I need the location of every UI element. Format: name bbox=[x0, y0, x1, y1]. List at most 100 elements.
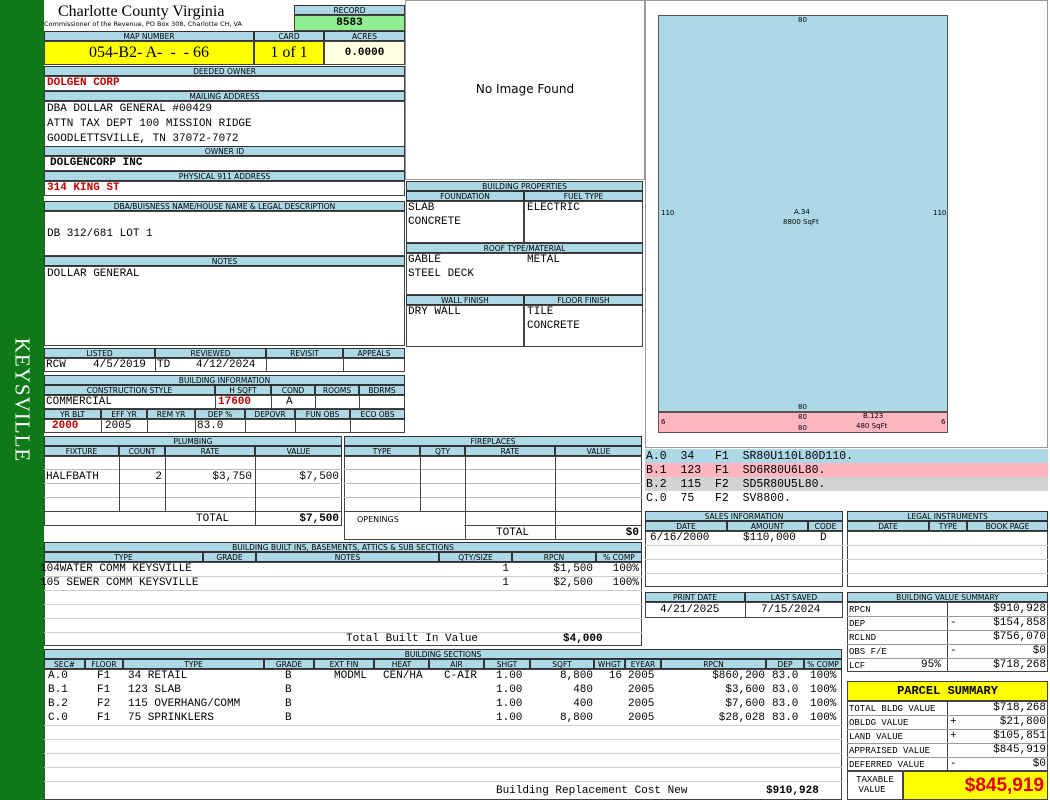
fireplaces-col-qty: QTY bbox=[420, 446, 465, 456]
row-sqft: 8,800 bbox=[559, 712, 593, 724]
row-sec: C.0 bbox=[48, 712, 68, 724]
builtin-row-2-qty: 1 bbox=[502, 577, 509, 589]
plumbing-col-fixture: FIXTURE bbox=[44, 446, 119, 456]
sales-header: SALES INFORMATION bbox=[645, 511, 843, 521]
parcel-bldg-label: TOTAL BLDG VALUE bbox=[849, 704, 936, 714]
county-title: Charlotte County Virginia bbox=[58, 3, 225, 20]
builtins-col-type: TYPE bbox=[44, 552, 203, 562]
sections-col-floor: FLOOR bbox=[85, 659, 123, 669]
row-type: 75 SPRINKLERS bbox=[128, 712, 214, 724]
row-sec: A.0 bbox=[48, 670, 68, 682]
no-image-text: No Image Found bbox=[475, 82, 575, 96]
sections-col-grade: GRADE bbox=[264, 659, 314, 669]
builtin-row-2-type: 105 SEWER COMM KEYSVILLE bbox=[40, 577, 199, 589]
fireplaces-header: FIREPLACES bbox=[344, 436, 642, 446]
sale-date: 6/16/2000 bbox=[650, 532, 710, 544]
wall-finish-header: WALL FINISH bbox=[406, 295, 524, 305]
bvs-header: BUILDING VALUE SUMMARY bbox=[847, 592, 1048, 602]
cond-header: COND bbox=[271, 385, 315, 395]
builtins-header: BUILDING BUILT INS, BASEMENTS, ATTICS & … bbox=[44, 542, 642, 552]
fireplaces-total-value: $0 bbox=[625, 527, 639, 539]
plumbing-col-value: VALUE bbox=[255, 446, 342, 456]
row-shgt: 1.00 bbox=[496, 698, 523, 710]
plumbing-row-fixture: HALFBATH bbox=[46, 471, 99, 483]
district-label: KEYSVILLE bbox=[10, 337, 35, 463]
roof-header: ROOF TYPE/MATERIAL bbox=[406, 243, 643, 253]
sketch-strip-right-dim: 6 bbox=[941, 418, 946, 426]
fireplaces-col-value: VALUE bbox=[555, 446, 642, 456]
row-shgt: 1.00 bbox=[496, 670, 523, 682]
remyr-header: REM YR bbox=[147, 409, 195, 419]
row-eyear: 2005 bbox=[628, 712, 655, 724]
effyr-value: 2005 bbox=[105, 420, 132, 432]
mailing-address-header: MAILING ADDRESS bbox=[44, 91, 405, 101]
plumbing-total-label: TOTAL bbox=[196, 513, 230, 525]
mailing-line-3: GOODLETTSVILLE, TN 37072-7072 bbox=[47, 133, 239, 145]
construction-style-value: COMMERCIAL bbox=[46, 396, 113, 408]
acres-header: ACRES bbox=[324, 31, 405, 41]
parcel-obldg-value: $21,800 bbox=[999, 716, 1046, 728]
rcn-label: Building Replacement Cost New bbox=[496, 785, 688, 797]
physical-address-value: 314 KING ST bbox=[47, 182, 120, 194]
rcn-value: $910,928 bbox=[766, 785, 819, 797]
taxable-value: $845,919 bbox=[903, 771, 1048, 800]
construction-style-header: CONSTRUCTION STYLE bbox=[44, 385, 215, 395]
fireplaces-col-type: TYPE bbox=[344, 446, 420, 456]
row-comp: 100% bbox=[810, 670, 837, 682]
legal-col-date: DATE bbox=[847, 521, 929, 531]
legal-description-value: DB 312/681 LOT 1 bbox=[47, 228, 153, 240]
sections-col-rpcn: RPCN bbox=[661, 659, 766, 669]
row-dep: 83.0 bbox=[772, 698, 799, 710]
hsqft-header: H SQFT bbox=[215, 385, 271, 395]
plumbing-total-value: $7,500 bbox=[299, 513, 339, 525]
sketch-right-dim: 110 bbox=[933, 209, 947, 217]
builtin-row-1-type: 104WATER COMM KEYSVILLE bbox=[40, 563, 192, 575]
builtin-row-1-rpcn: $1,500 bbox=[553, 563, 593, 575]
deeded-owner-header: DEEDED OWNER bbox=[44, 66, 405, 76]
foundation-header: FOUNDATION bbox=[406, 191, 524, 201]
bdrms-header: BDRMS bbox=[359, 385, 405, 395]
row-sqft: 400 bbox=[573, 698, 593, 710]
row-sqft: 8,800 bbox=[559, 670, 593, 682]
vector-text-4: C.0 75 F2 SV8800. bbox=[646, 492, 791, 505]
sketch-strip-top-dim: 80 bbox=[798, 413, 807, 421]
row-shgt: 1.00 bbox=[496, 712, 523, 724]
sales-col-amount: AMOUNT bbox=[727, 521, 808, 531]
owner-id-header: OWNER ID bbox=[44, 146, 405, 156]
sections-col-sec: SEC# bbox=[44, 659, 85, 669]
sales-col-code: CODE bbox=[808, 521, 843, 531]
row-ext: MODML bbox=[334, 670, 368, 682]
floor-finish-value-2: CONCRETE bbox=[527, 320, 580, 332]
fuel-type-header: FUEL TYPE bbox=[524, 191, 643, 201]
builtins-col-rpcn: RPCN bbox=[512, 552, 596, 562]
acres-value: 0.0000 bbox=[324, 41, 405, 65]
appeals-header: APPEALS bbox=[343, 348, 405, 358]
builtin-row-1-qty: 1 bbox=[502, 563, 509, 575]
row-grade: B bbox=[285, 670, 292, 682]
wall-finish-value: DRY WALL bbox=[408, 306, 461, 318]
sections-col-type: TYPE bbox=[123, 659, 264, 669]
sections-col-eyear: EYEAR bbox=[625, 659, 661, 669]
vector-text-2: B.1 123 F1 SD6R80U6L80. bbox=[646, 464, 826, 477]
revisit-header: REVISIT bbox=[266, 348, 343, 358]
legal-col-type: TYPE bbox=[929, 521, 967, 531]
sections-col-whgt: WHGT bbox=[594, 659, 625, 669]
row-grade: B bbox=[285, 684, 292, 696]
row-sqft: 480 bbox=[573, 684, 593, 696]
roof-type-1: GABLE bbox=[408, 254, 442, 266]
map-number-header: MAP NUMBER bbox=[44, 31, 254, 41]
taxable-label-2: VALUE bbox=[858, 785, 886, 795]
row-air: C-AIR bbox=[444, 670, 478, 682]
sections-col-dep: DEP bbox=[766, 659, 804, 669]
fireplaces-openings-label: OPENINGS bbox=[357, 515, 399, 524]
row-eyear: 2005 bbox=[628, 698, 655, 710]
sketch-strip-label: B.123 bbox=[863, 412, 884, 420]
sections-col-comp: % COMP bbox=[804, 659, 842, 669]
listed-header: LISTED bbox=[44, 348, 155, 358]
row-rpcn: $7,600 bbox=[725, 698, 765, 710]
bvs-rclnd-value: $756,070 bbox=[993, 631, 1046, 643]
ecoobs-header: ECO OBS bbox=[350, 409, 405, 419]
row-rpcn: $3,600 bbox=[725, 684, 765, 696]
hsqft-value: 17600 bbox=[218, 396, 252, 408]
builtin-row-2-comp: 100% bbox=[612, 577, 639, 589]
